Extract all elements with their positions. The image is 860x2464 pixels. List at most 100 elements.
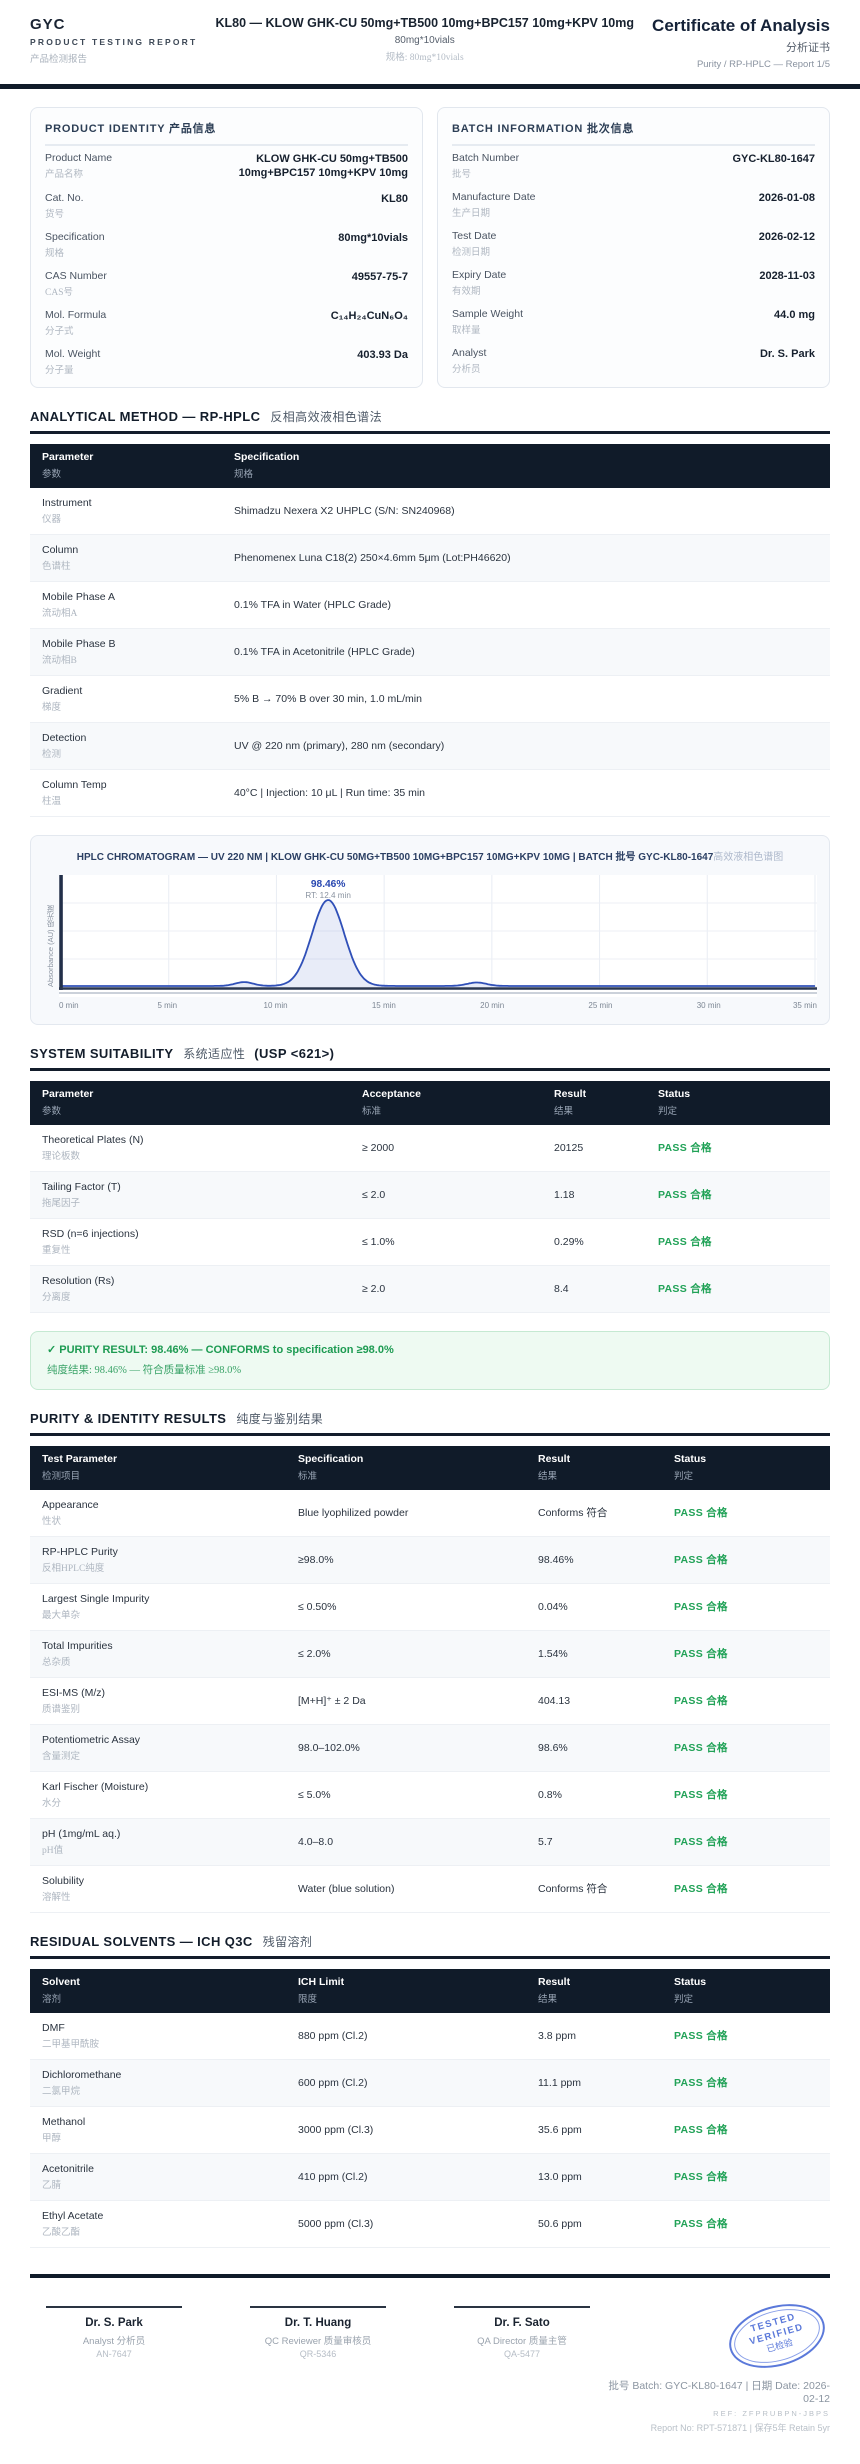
result-cell: 0.8% [526,1771,662,1818]
spec-cell: UV @ 220 nm (primary), 280 nm (secondary… [222,722,830,769]
batch-row: Expiry Date有效期 2028-11-03 [452,263,815,302]
acceptance-cell: ≤ 2.0 [350,1171,542,1218]
status-badge: PASS 合格 [674,2218,728,2230]
x-tick: 15 min [372,1001,396,1010]
status-badge: PASS 合格 [674,1836,728,1848]
analytical-method-heading: ANALYTICAL METHOD — RP-HPLC 反相高效液相色谱法 [30,408,830,434]
signatory-id: QA-5477 [438,2349,606,2359]
x-axis-ticks: 0 min 5 min 10 min 15 min 20 min 25 min … [59,1001,817,1016]
panel-title-zh: 产品信息 [169,123,216,135]
x-tick: 5 min [158,1001,178,1010]
spec-cell: Shimadzu Nexera X2 UHPLC (S/N: SN240968) [222,488,830,535]
signature-blocks: Dr. S. Park Analyst 分析员 AN-7647 Dr. T. H… [30,2306,606,2434]
chromatogram-panel: HPLC CHROMATOGRAM — UV 220 NM | KLOW GHK… [30,835,830,1025]
limit-cell: 3000 ppm (Cl.3) [286,2106,526,2153]
product-identity-title: PRODUCT IDENTITY 产品信息 [45,120,408,146]
result-cell: Conforms 符合 [526,1865,662,1912]
col-header-status: Status判定 [662,1446,830,1490]
param-cell: Potentiometric Assay含量测定 [30,1724,286,1771]
status-badge: PASS 合格 [674,1742,728,1754]
product-subtitle: 80mg*10vials [215,35,634,46]
table-row: Solubility溶解性Water (blue solution)Confor… [30,1865,830,1912]
product-title-block: KL80 — KLOW GHK-CU 50mg+TB500 10mg+BPC15… [215,16,634,63]
param-cell: RSD (n=6 injections)重复性 [30,1218,350,1265]
spec-cell: 4.0–8.0 [286,1818,526,1865]
footer-batch-date: 批号 Batch: GYC-KL80-1647 | 日期 Date: 2026-… [606,2378,830,2405]
limit-cell: 5000 ppm (Cl.3) [286,2200,526,2247]
field-label-zh: 有效期 [452,283,506,297]
product-spec-zh: 规格: 80mg*10vials [215,49,634,63]
spec-cell: Water (blue solution) [286,1865,526,1912]
purity-result-banner: ✓ PURITY RESULT: 98.46% — CONFORMS to sp… [30,1331,830,1390]
field-value: 403.93 Da [357,348,408,362]
table-row: Tailing Factor (T)拖尾因子≤ 2.01.18PASS 合格 [30,1171,830,1218]
table-row: Mobile Phase A流动相A0.1% TFA in Water (HPL… [30,581,830,628]
param-cell: Gradient梯度 [30,675,222,722]
table-row: RP-HPLC Purity反相HPLC纯度≥98.0%98.46%PASS 合… [30,1536,830,1583]
table-row: Theoretical Plates (N)理论板数≥ 200020125PAS… [30,1125,830,1172]
chromatogram-curve: 98.46%RT: 12.4 min [59,875,817,997]
signatory-name: Dr. T. Huang [234,2317,402,2329]
col-header-result: Result结果 [526,1969,662,2013]
signature-line [250,2306,386,2308]
signature-qa-director: Dr. F. Sato QA Director 质量主管 QA-5477 [438,2306,606,2434]
col-header-solvent: Solvent溶剂 [30,1969,286,2013]
param-cell: Solubility溶解性 [30,1865,286,1912]
col-header-specification: Specification规格 [222,444,830,488]
result-cell: 50.6 ppm [526,2200,662,2247]
spec-cell: ≥98.0% [286,1536,526,1583]
heading-en: ANALYTICAL METHOD — RP-HPLC [30,409,260,424]
batch-row: Batch Number批号 GYC-KL80-1647 [452,146,815,185]
purity-results-table: Test Parameter检测项目 Specification标准 Resul… [30,1446,830,1913]
footer-ref: REF: ZFPRUBPN-JBPS [606,2409,830,2418]
panel-title-en: PRODUCT IDENTITY [45,123,165,135]
residual-solvents-heading: RESIDUAL SOLVENTS — ICH Q3C 残留溶剂 [30,1933,830,1959]
field-value: GYC-KL80-1647 [732,152,815,166]
status-badge: PASS 合格 [658,1236,712,1248]
solvent-cell: Methanol甲醇 [30,2106,286,2153]
doc-title-block: Certificate of Analysis 分析证书 Purity / RP… [652,16,830,70]
signature-analyst: Dr. S. Park Analyst 分析员 AN-7647 [30,2306,198,2434]
status-badge: PASS 合格 [658,1189,712,1201]
status-badge: PASS 合格 [674,1883,728,1895]
spec-cell: 0.1% TFA in Acetonitrile (HPLC Grade) [222,628,830,675]
product-title: KL80 — KLOW GHK-CU 50mg+TB500 10mg+BPC15… [215,16,634,32]
brand-subtitle: PRODUCT TESTING REPORT [30,37,197,47]
info-panels: PRODUCT IDENTITY 产品信息 Product Name产品名称 K… [0,107,860,388]
field-value: 2028-11-03 [759,269,815,283]
panel-title-zh: 批次信息 [587,123,634,135]
table-row: Instrument仪器Shimadzu Nexera X2 UHPLC (S/… [30,488,830,535]
field-value: 2026-02-12 [759,230,815,244]
result-cell: 11.1 ppm [526,2059,662,2106]
field-label-zh: 分析员 [452,361,486,375]
table-row: DMF二甲基甲酰胺880 ppm (Cl.2)3.8 ppmPASS 合格 [30,2013,830,2060]
spec-cell: 98.0–102.0% [286,1724,526,1771]
spec-cell: [M+H]⁺ ± 2 Da [286,1677,526,1724]
signatory-name: Dr. S. Park [30,2317,198,2329]
result-cell: 20125 [542,1125,646,1172]
spec-cell: Blue lyophilized powder [286,1490,526,1537]
status-badge: PASS 合格 [674,1695,728,1707]
x-tick: 25 min [588,1001,612,1010]
status-badge: PASS 合格 [674,2171,728,2183]
spec-cell: 5% B → 70% B over 30 min, 1.0 mL/min [222,675,830,722]
table-row: Karl Fischer (Moisture)水分≤ 5.0%0.8%PASS … [30,1771,830,1818]
param-cell: Total Impurities总杂质 [30,1630,286,1677]
table-row: Resolution (Rs)分离度≥ 2.08.4PASS 合格 [30,1265,830,1312]
col-header-status: Status判定 [646,1081,830,1125]
signatory-id: AN-7647 [30,2349,198,2359]
signatory-role: Analyst 分析员 [30,2333,198,2347]
col-header-result: Result结果 [526,1446,662,1490]
heading-zh: 纯度与鉴别结果 [236,1412,323,1426]
header-divider-bar [0,84,860,89]
x-tick: 30 min [697,1001,721,1010]
signatory-id: QR-5346 [234,2349,402,2359]
residual-solvents-section: RESIDUAL SOLVENTS — ICH Q3C 残留溶剂 Solvent… [30,1933,830,2248]
signatory-role: QA Director 质量主管 [438,2333,606,2347]
table-row: Acetonitrile乙腈410 ppm (Cl.2)13.0 ppmPASS… [30,2153,830,2200]
field-label-zh: 分子量 [45,362,100,376]
param-cell: Largest Single Impurity最大单杂 [30,1583,286,1630]
brand-block: GYC PRODUCT TESTING REPORT 产品检测报告 [30,16,197,65]
status-badge: PASS 合格 [674,2077,728,2089]
table-row: Total Impurities总杂质≤ 2.0%1.54%PASS 合格 [30,1630,830,1677]
